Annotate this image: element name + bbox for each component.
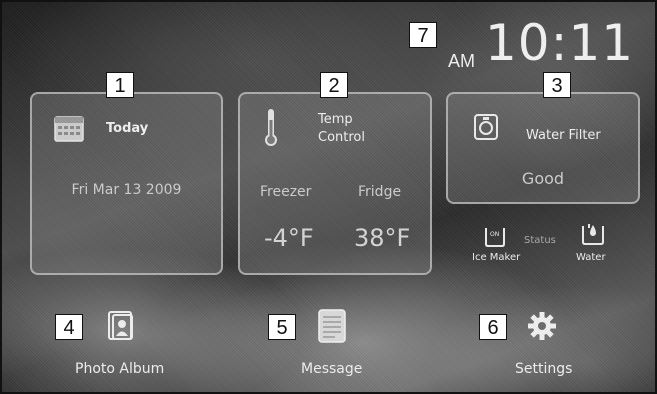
callout-3: 3 (543, 72, 571, 98)
water-label: Water (576, 252, 606, 263)
today-panel[interactable]: Today Fri Mar 13 2009 (30, 92, 223, 275)
freezer-temp[interactable]: -4°F (264, 224, 314, 252)
callout-6: 6 (479, 314, 507, 340)
ice-maker-label: Ice Maker (472, 252, 521, 263)
temp-title-line2: Control (318, 130, 365, 145)
callout-4: 4 (55, 314, 83, 340)
callout-7: 7 (409, 22, 437, 48)
fridge-label: Fridge (358, 184, 402, 200)
ice-maker-icon[interactable]: ON (484, 226, 506, 248)
today-date: Fri Mar 13 2009 (71, 182, 182, 198)
status-label: Status (524, 235, 556, 246)
today-label: Today (106, 121, 149, 136)
refrigerator-home-screen: 7 AM 10:11 1 Today Fri Mar 13 2009 2 Tem… (0, 0, 657, 394)
callout-1: 1 (106, 72, 134, 98)
fridge-temp[interactable]: 38°F (354, 224, 410, 252)
water-icon[interactable] (581, 222, 605, 246)
photo-album-icon[interactable] (108, 311, 134, 341)
calendar-icon (54, 116, 84, 142)
gear-icon[interactable] (527, 311, 557, 341)
water-filter-label: Water Filter (526, 128, 601, 143)
clock-time: 10:11 (485, 14, 635, 72)
settings-label[interactable]: Settings (515, 361, 572, 377)
temp-control-panel[interactable]: Temp Control Freezer Fridge -4°F 38°F (238, 92, 432, 275)
thermometer-icon (264, 108, 278, 148)
ice-maker-badge: ON (490, 231, 500, 238)
water-filter-status: Good (521, 169, 565, 188)
water-filter-panel[interactable]: Water Filter Good (446, 92, 640, 204)
filter-icon (474, 114, 498, 140)
message-label[interactable]: Message (301, 361, 362, 377)
photo-album-label[interactable]: Photo Album (75, 361, 164, 377)
clock-ampm: AM (448, 51, 475, 71)
callout-5: 5 (268, 314, 296, 340)
callout-2: 2 (320, 72, 348, 98)
message-icon[interactable] (317, 308, 347, 344)
temp-title-line1: Temp (318, 112, 353, 127)
freezer-label: Freezer (260, 184, 312, 200)
